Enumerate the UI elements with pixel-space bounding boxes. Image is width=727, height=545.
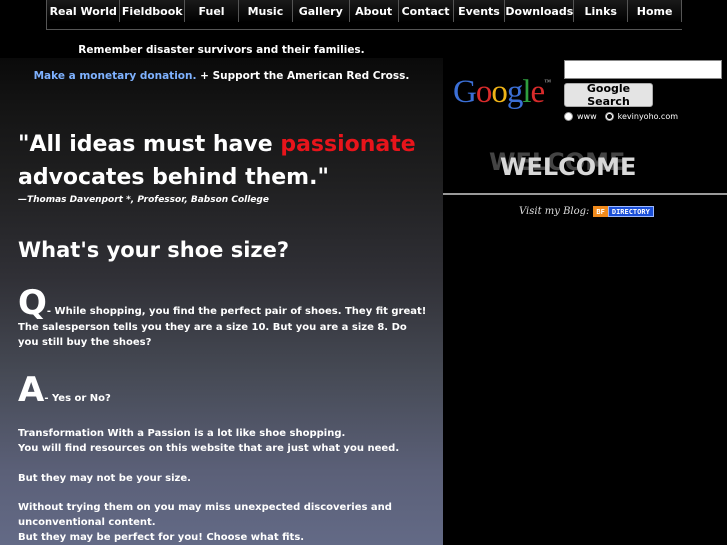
nav-home[interactable]: Home xyxy=(628,0,683,22)
answer-block: A- Yes or No? xyxy=(18,373,428,407)
question-block: Q- While shopping, you find the perfect … xyxy=(18,286,428,350)
blog-directory-badge[interactable]: BF DIRECTORY xyxy=(593,206,654,217)
body-paragraph-3: But they may not be your size. xyxy=(18,472,191,484)
quote-after: advocates behind them." xyxy=(18,165,329,190)
body-text: Transformation With a Passion is a lot l… xyxy=(18,427,433,545)
donation-link[interactable]: Make a monetary donation. xyxy=(34,70,197,82)
radio-site-label: kevinyoho.com xyxy=(617,112,679,121)
main-content-panel: Make a monetary donation. + Support the … xyxy=(0,58,443,545)
nav-fieldbook[interactable]: Fieldbook xyxy=(120,0,186,22)
nav-gallery[interactable]: Gallery xyxy=(292,0,350,22)
radio-www[interactable] xyxy=(564,112,573,121)
nav-fuel[interactable]: Fuel xyxy=(185,0,239,22)
nav-links[interactable]: Links xyxy=(574,0,629,22)
quote-attribution: —Thomas Davenport *, Professor, Babson C… xyxy=(18,195,269,205)
body-paragraph-1: Transformation With a Passion is a lot l… xyxy=(18,428,346,439)
google-search-button[interactable]: Google Search xyxy=(564,82,653,108)
answer-letter: A xyxy=(18,370,45,410)
answer-text: - Yes or No? xyxy=(44,393,111,404)
body-paragraph-4: Without trying them on you may miss unex… xyxy=(18,502,392,529)
quote-highlight: passionate xyxy=(280,132,416,157)
nav-downloads[interactable]: Downloads xyxy=(505,0,575,22)
nav-about[interactable]: About xyxy=(349,0,399,22)
search-input[interactable] xyxy=(564,60,722,79)
nav-real-world[interactable]: Real World xyxy=(47,0,121,22)
disaster-tagline: Remember disaster survivors and their fa… xyxy=(78,44,365,56)
nav-events[interactable]: Events xyxy=(453,0,506,22)
body-paragraph-2: You will find resources on this website … xyxy=(18,442,400,454)
top-navigation: Real World Fieldbook Fuel Music Gallery … xyxy=(46,0,683,30)
badge-bf: BF xyxy=(593,206,608,217)
blog-link[interactable]: Visit my Blog: BF DIRECTORY xyxy=(519,206,654,217)
badge-directory: DIRECTORY xyxy=(607,206,654,217)
search-scope-options: www kevinyoho.com xyxy=(564,112,686,121)
nav-music[interactable]: Music xyxy=(238,0,293,22)
nav-contact[interactable]: Contact xyxy=(398,0,454,22)
quote-text: "All ideas must have passionate advocate… xyxy=(18,128,428,194)
shoe-size-heading: What's your shoe size? xyxy=(18,238,290,262)
question-letter: Q xyxy=(18,283,47,323)
welcome-heading: WELCOME xyxy=(500,153,637,181)
radio-site[interactable] xyxy=(604,112,614,121)
trademark: ™ xyxy=(544,78,551,86)
radio-www-label: www xyxy=(577,112,597,121)
quote-before: "All ideas must have xyxy=(18,132,281,157)
google-logo: Google™ xyxy=(453,74,551,110)
donation-banner: Make a monetary donation. + Support the … xyxy=(0,70,443,82)
sidebar-divider xyxy=(443,193,727,195)
red-cross-text: + Support the American Red Cross. xyxy=(196,70,410,82)
question-text: - While shopping, you find the perfect p… xyxy=(18,306,427,348)
body-paragraph-5: But they may be perfect for you! Choose … xyxy=(18,531,305,543)
blog-label: Visit my Blog: xyxy=(519,206,590,217)
